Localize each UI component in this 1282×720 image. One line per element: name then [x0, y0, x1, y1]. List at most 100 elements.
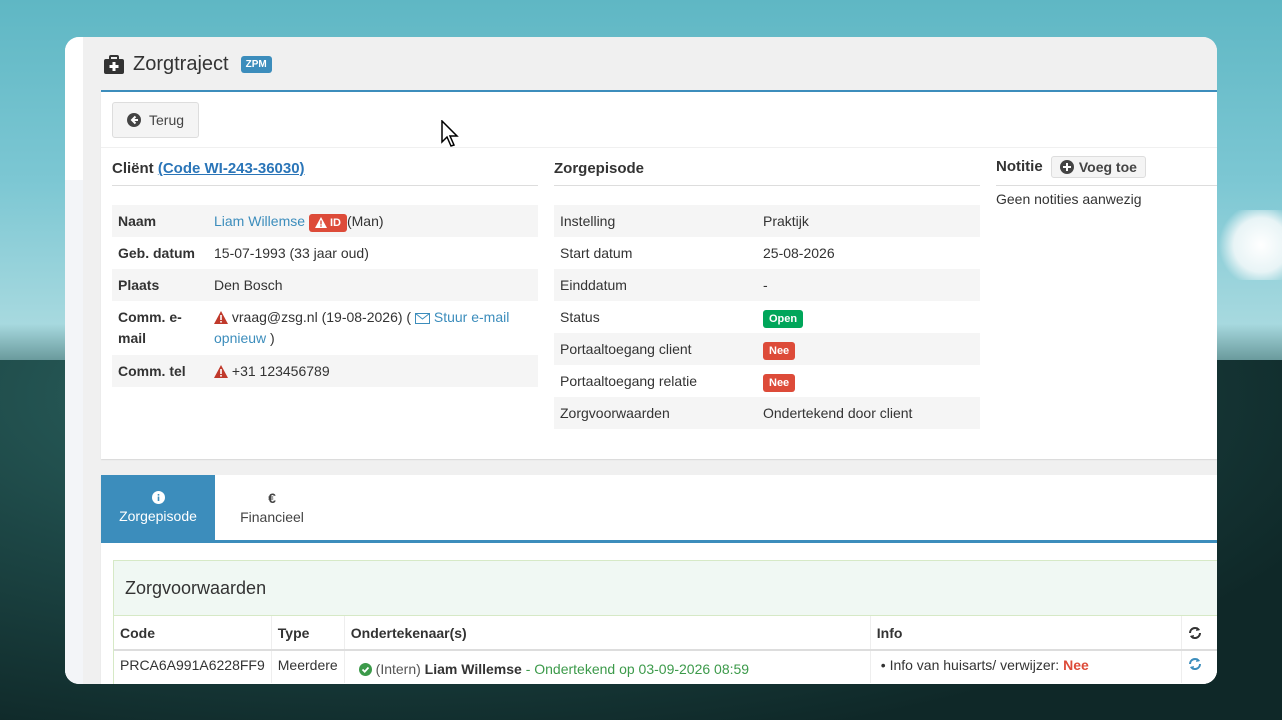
episode-value: -	[757, 269, 980, 301]
episode-details-table: Instelling Praktijk Start datum 25-08-20…	[554, 205, 980, 429]
episode-key: Instelling	[554, 205, 757, 237]
tab-bar: Zorgepisode € Financieel	[101, 475, 1217, 543]
conditions-panel: Zorgvoorwaarden Code Type Ondertekenaar(…	[113, 560, 1217, 684]
add-note-label: Voeg toe	[1078, 159, 1137, 175]
bullet: •	[880, 657, 886, 673]
circle-arrow-left-icon	[127, 113, 141, 127]
table-row: PRCA6A991A6228FF9 Meerdere (Intern) Liam…	[114, 650, 1217, 683]
check-circle-icon	[358, 663, 372, 676]
zpm-badge: ZPM	[240, 56, 272, 73]
episode-row: Portaaltoegang relatie Nee	[554, 365, 980, 397]
mouse-cursor-icon	[441, 120, 459, 148]
client-title-label: Cliënt	[112, 160, 154, 177]
plus-circle-icon	[1059, 160, 1074, 174]
condition-info: • Info van huisarts/ verwijzer: Nee	[870, 650, 1182, 683]
client-overview-box: Terug Cliënt (Code WI-243-36030) Naam Li…	[101, 90, 1217, 459]
main-content: Zorgtraject ZPM Terug Cliënt (Code WI-24…	[83, 37, 1217, 684]
client-row-birthdate: Geb. datum 15-07-1993 (33 jaar oud)	[112, 237, 538, 269]
divider	[101, 147, 1217, 148]
condition-refresh	[1181, 650, 1217, 683]
column-header-type: Type	[271, 616, 345, 651]
column-header-signers: Ondertekenaar(s)	[344, 616, 871, 651]
client-value: Liam Willemse ID (Man)	[208, 205, 538, 237]
client-name-link[interactable]: Liam Willemse	[214, 213, 305, 229]
episode-value: Nee	[757, 333, 980, 365]
client-gender: (Man)	[346, 213, 384, 229]
background-cloud	[1212, 210, 1282, 280]
episode-key: Zorgvoorwaarden	[554, 397, 757, 429]
client-key: Comm. tel	[112, 355, 208, 387]
portal-relation-badge: Nee	[763, 374, 796, 392]
refresh-all-icon[interactable]	[1188, 626, 1202, 640]
notes-section-title: Notitie Voeg toe	[996, 156, 1217, 186]
warning-icon	[314, 217, 327, 228]
euro-icon: €	[268, 489, 276, 506]
client-key: Naam	[112, 205, 208, 237]
sidebar-strip-shade	[65, 180, 83, 684]
notes-title-label: Notitie	[996, 157, 1043, 175]
episode-key: Portaaltoegang relatie	[560, 373, 697, 389]
tab-zorgepisode[interactable]: Zorgepisode	[101, 475, 215, 540]
episode-row: Status Open	[554, 301, 980, 333]
table-header-row: Code Type Ondertekenaar(s) Info	[114, 616, 1217, 651]
warning-icon	[214, 365, 228, 378]
condition-code: PRCA6A991A6228FF9	[114, 650, 272, 683]
signer-prefix: (Intern)	[375, 661, 421, 677]
email-close: )	[270, 330, 275, 346]
client-section-title: Cliënt (Code WI-243-36030)	[112, 160, 538, 186]
client-row-name: Naam Liam Willemse ID (Man)	[112, 205, 538, 237]
condition-type: Meerdere	[271, 650, 345, 683]
app-window: Zorgtraject ZPM Terug Cliënt (Code WI-24…	[65, 37, 1217, 684]
conditions-title: Zorgvoorwaarden	[114, 561, 1217, 616]
column-header-code: Code	[114, 616, 272, 651]
episode-key: Start datum	[560, 245, 633, 261]
signed-date: - Ondertekend op 03-09-2026 08:59	[525, 661, 750, 677]
envelope-icon	[414, 313, 430, 324]
client-key: Geb. datum	[118, 245, 196, 261]
client-key: Comm. e-mail	[118, 309, 182, 346]
episode-key: Status	[560, 309, 600, 325]
tab-label: Zorgepisode	[119, 508, 197, 524]
conditions-table: Code Type Ondertekenaar(s) Info PRCA6A99…	[114, 616, 1217, 683]
column-header-refresh	[1181, 616, 1217, 651]
phone-value: +31 123456789	[231, 363, 330, 379]
condition-signer: (Intern) Liam Willemse - Ondertekend op …	[344, 650, 871, 683]
episode-value: Ondertekend door client	[757, 397, 980, 429]
add-note-button[interactable]: Voeg toe	[1050, 156, 1146, 178]
info-label: Info van huisarts/ verwijzer:	[889, 657, 1060, 673]
tab-label: Financieel	[240, 508, 304, 525]
tab-financieel[interactable]: € Financieel	[215, 475, 329, 540]
episode-section-title: Zorgepisode	[554, 160, 980, 186]
notes-empty-text: Geen notities aanwezig	[996, 191, 1142, 207]
episode-row: Zorgvoorwaarden Ondertekend door client	[554, 397, 980, 429]
episode-row: Start datum 25-08-2026	[554, 237, 980, 269]
medical-kit-icon	[103, 54, 125, 75]
client-value: 15-07-1993 (33 jaar oud)	[214, 245, 369, 261]
episode-key: Einddatum	[554, 269, 757, 301]
client-row-place: Plaats Den Bosch	[112, 269, 538, 301]
back-button-label: Terug	[149, 112, 185, 128]
warning-icon	[214, 311, 228, 324]
back-button[interactable]: Terug	[112, 102, 200, 138]
client-code-link[interactable]: (Code WI-243-36030)	[158, 160, 305, 177]
episode-row: Einddatum -	[554, 269, 980, 301]
refresh-icon[interactable]	[1188, 657, 1202, 671]
client-details-table: Naam Liam Willemse ID (Man) Geb. datum 1…	[112, 205, 538, 387]
page-title: Zorgtraject	[133, 53, 229, 75]
id-warning-badge: ID	[308, 214, 347, 232]
tabs-box: Zorgepisode € Financieel Zorgvoorwaarden…	[101, 475, 1217, 684]
signer-name: Liam Willemse	[424, 661, 522, 677]
info-value: Nee	[1063, 657, 1089, 673]
info-icon	[151, 491, 165, 504]
sidebar-strip	[65, 37, 83, 684]
page-header: Zorgtraject ZPM	[103, 53, 272, 76]
client-value: +31 123456789	[208, 355, 538, 387]
client-row-phone: Comm. tel +31 123456789	[112, 355, 538, 387]
status-badge: Open	[763, 310, 804, 328]
episode-row: Portaaltoegang client Nee	[554, 333, 980, 365]
episode-key: Portaaltoegang client	[554, 333, 757, 365]
client-key: Plaats	[112, 269, 208, 301]
email-value: vraag@zsg.nl (19-08-2026) (	[231, 309, 412, 325]
column-header-info: Info	[870, 616, 1182, 651]
episode-value: Nee	[757, 365, 980, 397]
